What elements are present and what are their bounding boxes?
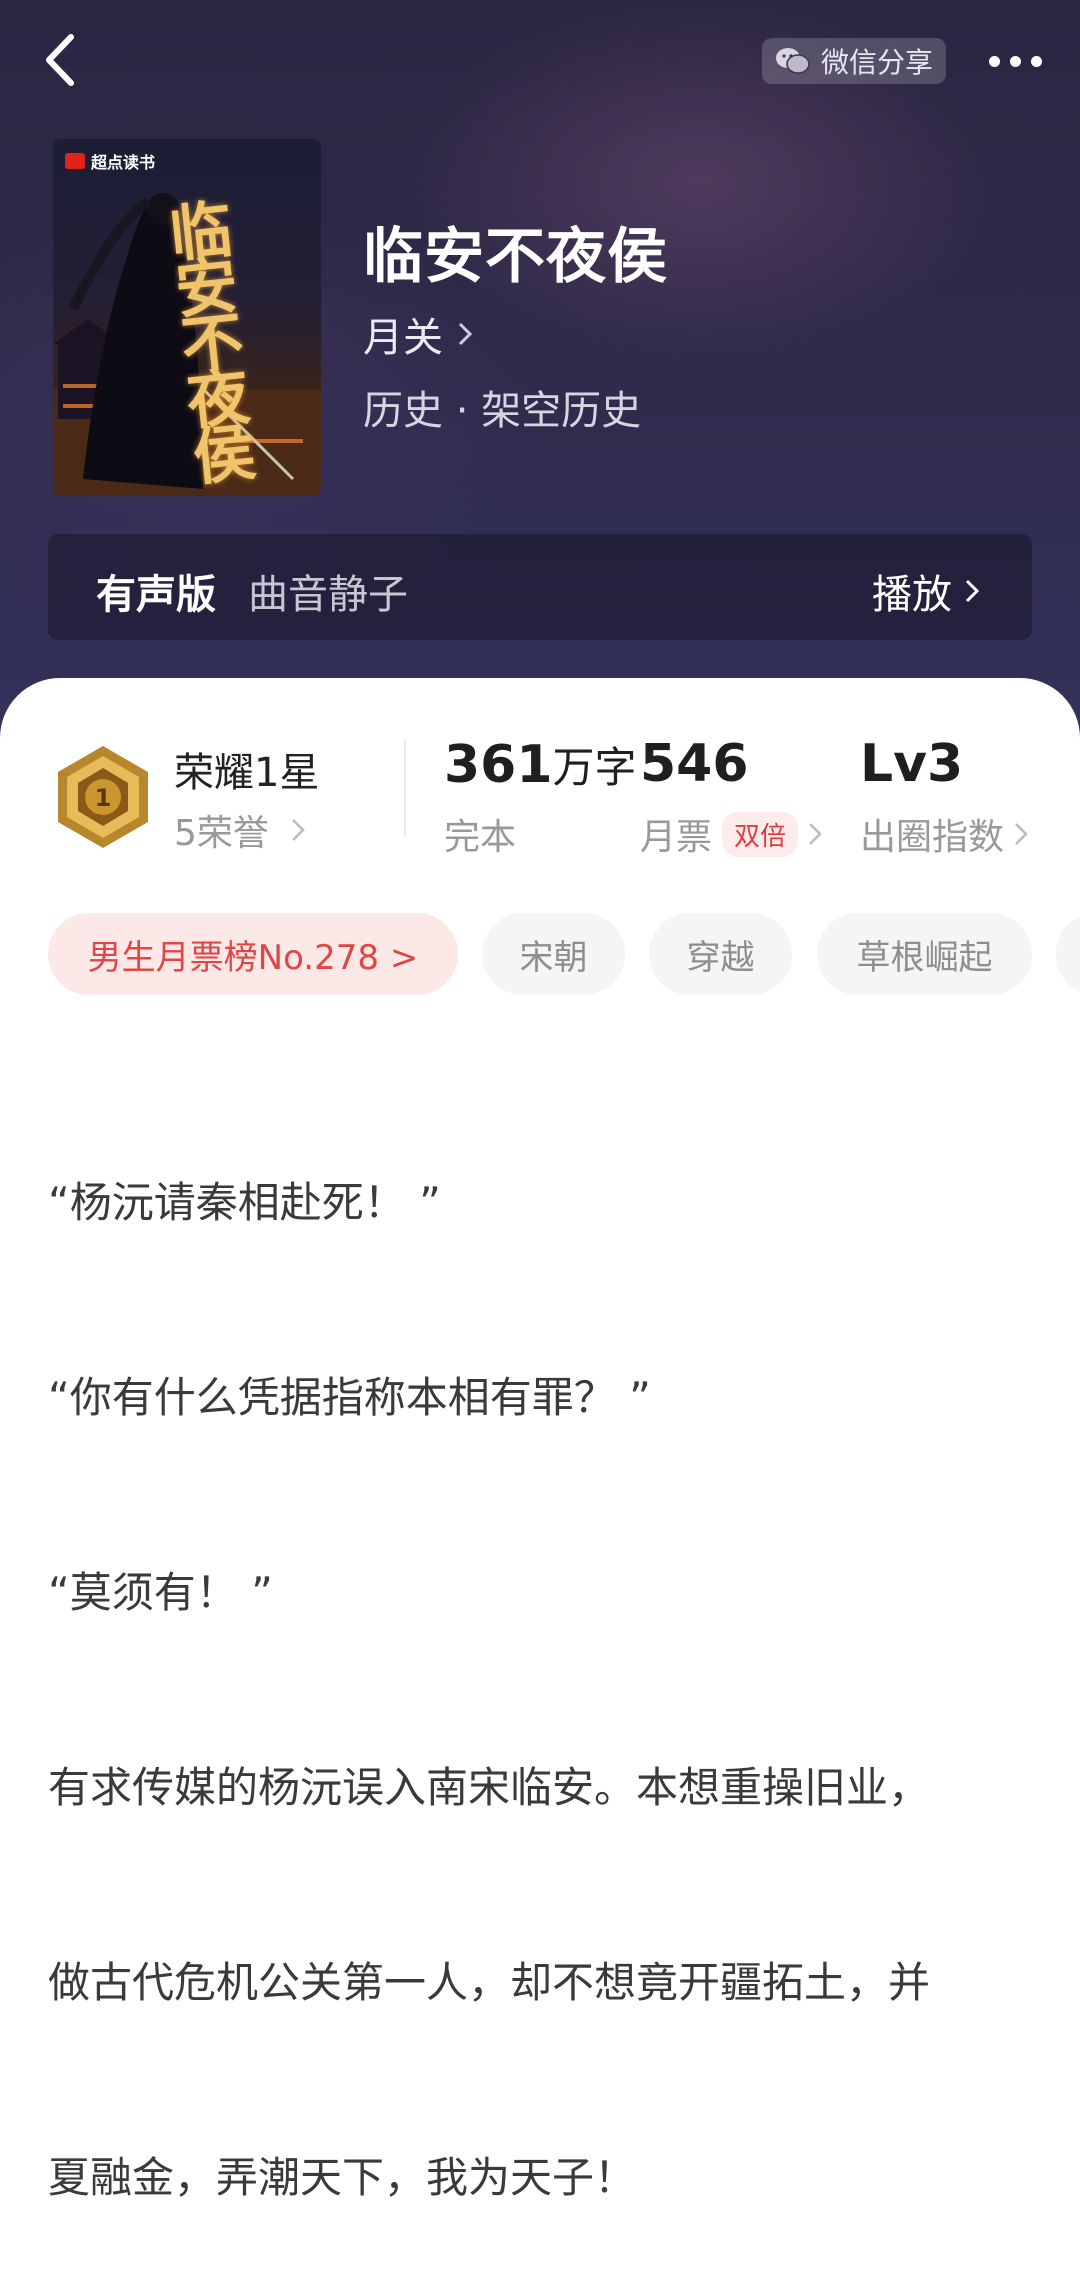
popularity-level-value: Lv3 xyxy=(860,734,964,794)
word-count-value: 361万字 xyxy=(444,735,637,795)
tag-song-dynasty[interactable]: 宋朝 xyxy=(482,913,625,995)
synopsis-line: 做古代危机公关第一人，却不想竟开疆拓土，并 xyxy=(48,1958,931,2007)
chevron-right-icon xyxy=(1015,823,1028,845)
synopsis-line: 有求传媒的杨沅误入南宋临安。本想重操旧业， xyxy=(48,1763,931,1812)
popularity-index-link[interactable]: 出圈指数 xyxy=(860,808,1028,860)
synopsis-line: “你有什么凭据指称本相有罪？ ” xyxy=(48,1373,651,1422)
book-genre: 历史 · 架空历史 xyxy=(363,388,642,434)
back-chevron-icon xyxy=(46,34,74,86)
share-label: 微信分享 xyxy=(820,46,933,79)
monthly-tickets-value: 546 xyxy=(640,734,749,794)
monthly-tickets-link[interactable]: 月票 双倍 xyxy=(640,808,822,860)
chevron-right-icon xyxy=(292,819,305,841)
wechat-icon xyxy=(775,48,810,74)
tag-row: 男生月票榜No.278 > 宋朝 穿越 草根崛起 xyxy=(48,913,1080,995)
completion-status: 完本 xyxy=(444,817,517,858)
honor-title: 荣耀1星 xyxy=(174,750,320,796)
back-button[interactable] xyxy=(30,30,90,90)
author-link[interactable]: 月关 xyxy=(363,305,473,363)
divider xyxy=(404,738,406,838)
chevron-right-icon xyxy=(458,322,473,346)
book-cover[interactable]: 超点读书 临安不夜侯 xyxy=(53,139,321,496)
chevron-right-icon xyxy=(809,823,822,845)
tag-time-travel[interactable]: 穿越 xyxy=(649,913,792,995)
cover-brand: 超点读书 xyxy=(65,149,155,173)
chevron-right-icon xyxy=(965,579,980,603)
tag-rise-from-grassroots[interactable]: 草根崛起 xyxy=(817,913,1032,995)
author-name: 月关 xyxy=(363,315,443,361)
synopsis-line: 夏融金，弄潮天下，我为天子！ xyxy=(48,2153,637,2202)
synopsis-line: “莫须有！ ” xyxy=(48,1568,273,1617)
synopsis-line: “杨沅请秦相赴死！ ” xyxy=(48,1178,441,1227)
honor-badge-icon[interactable]: 1 xyxy=(52,742,154,852)
double-badge: 双倍 xyxy=(722,811,799,857)
tag-more[interactable] xyxy=(1056,913,1080,995)
wechat-share-button[interactable]: 微信分享 xyxy=(762,38,946,84)
play-button[interactable]: 播放 xyxy=(872,562,980,620)
audiobook-narrator: 曲音静子 xyxy=(248,572,408,618)
book-header: 微信分享 超点读书 临安不夜侯 临安不夜侯 月关 历史 · 架空历史 有声版 曲… xyxy=(0,0,1080,760)
qidian-logo-icon xyxy=(65,153,85,169)
book-title: 临安不夜侯 xyxy=(363,222,668,292)
book-synopsis: “杨沅请秦相赴死！ ” “你有什么凭据指称本相有罪？ ” “莫须有！ ” 有求传… xyxy=(48,1040,1048,2275)
svg-text:1: 1 xyxy=(95,784,112,812)
honor-count-link[interactable]: 5荣誉 xyxy=(174,804,305,856)
more-dots-icon xyxy=(988,55,1000,67)
audiobook-bar[interactable]: 有声版 曲音静子 播放 xyxy=(48,534,1032,640)
ranking-tag[interactable]: 男生月票榜No.278 > xyxy=(48,913,458,995)
more-button[interactable] xyxy=(980,40,1050,82)
audiobook-label: 有声版 xyxy=(96,572,216,618)
